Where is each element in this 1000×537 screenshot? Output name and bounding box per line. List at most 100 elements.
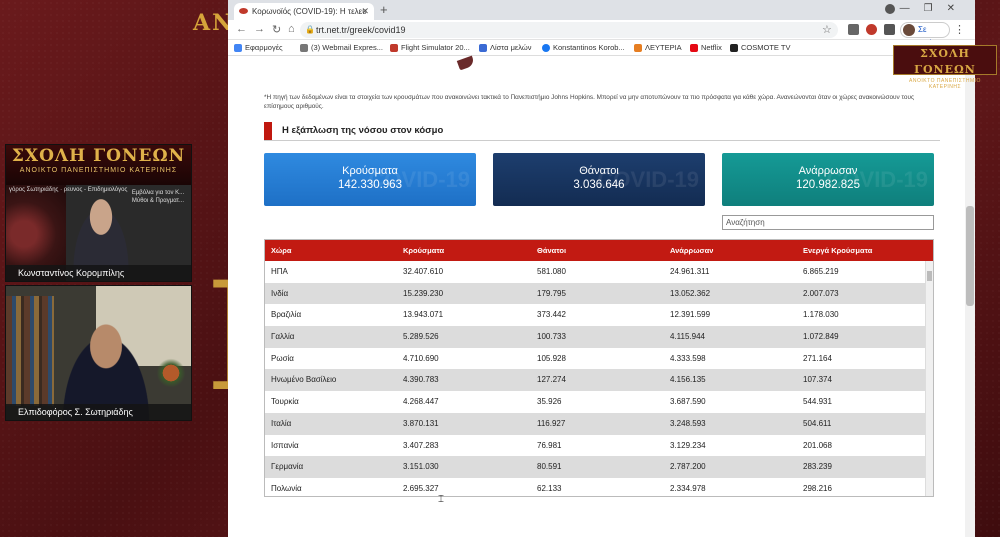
cell-cases: 15.239.230 — [403, 288, 444, 298]
cell-recovered: 3.687.590 — [670, 397, 706, 407]
card-value: 3.036.646 — [573, 179, 625, 191]
header-country[interactable]: Χώρα — [271, 240, 292, 261]
cell-recovered: 3.129.234 — [670, 440, 706, 450]
lock-icon: 🔒 — [305, 25, 315, 34]
bookmark-members[interactable]: Λίστα μελών — [479, 43, 532, 52]
flower-decoration — [157, 358, 185, 388]
media-icon[interactable] — [885, 4, 895, 14]
cell-country: Ρωσία — [271, 353, 294, 363]
browser-tab[interactable]: Κορωνοϊός (COVID-19): Η τελευ ✕ — [234, 3, 374, 20]
header-active[interactable]: Ενεργά Κρούσματα — [803, 240, 872, 261]
extension-icon[interactable] — [848, 24, 859, 35]
table-scrollbar[interactable] — [925, 261, 933, 496]
bookshelf — [6, 296, 54, 406]
back-icon[interactable]: ← — [236, 23, 247, 35]
table-row[interactable]: Βραζιλία 13.943.071 373.442 12.391.599 1.178… — [265, 304, 933, 326]
cell-active: 544.931 — [803, 397, 832, 407]
section-title-text: Η εξάπλωση της νόσου στον κόσμο — [282, 125, 444, 136]
bookmark-webmail[interactable]: (3) Webmail Expres... — [300, 43, 383, 52]
bookmark-facebook[interactable]: Konstantinos Korob... — [542, 43, 625, 52]
table-row[interactable]: ΗΠΑ 32.407.610 581.080 24.961.311 6.865.219 — [265, 261, 933, 283]
cell-cases: 3.870.131 — [403, 418, 439, 428]
cell-cases: 13.943.071 — [403, 310, 444, 320]
reload-icon[interactable]: ↻ — [272, 23, 281, 36]
speaker-nameplate: Κωνσταντίνος Κορομπίλης — [6, 265, 191, 281]
bookmarks-bar: Εφαρμογές (3) Webmail Expres... Flight S… — [228, 40, 975, 56]
bookmark-apps[interactable]: Εφαρμογές — [234, 43, 283, 52]
bookmark-label: Εφαρμογές — [245, 43, 283, 52]
logo-fragment — [456, 55, 476, 71]
stat-card-cases: COVID-19 Κρούσματα 142.330.963 — [264, 153, 476, 206]
scrollbar-thumb[interactable] — [927, 271, 932, 281]
cell-active: 201.068 — [803, 440, 832, 450]
bookmark-label: Flight Simulator 20... — [401, 43, 470, 52]
video-panel-speaker-2: Ελπιδοφόρος Σ. Σωτηριάδης — [5, 285, 192, 421]
adblock-icon[interactable] — [866, 24, 877, 35]
cell-country: Ινδία — [271, 288, 289, 298]
bookmark-cosmote[interactable]: COSMOTE TV — [730, 43, 790, 52]
cell-country: Ιταλία — [271, 418, 292, 428]
bookmark-flight-sim[interactable]: Flight Simulator 20... — [390, 43, 470, 52]
forward-icon[interactable]: → — [254, 23, 265, 35]
list-icon — [479, 44, 487, 52]
cell-recovered: 24.961.311 — [670, 267, 710, 276]
card-value: 142.330.963 — [338, 179, 402, 191]
cell-active: 271.164 — [803, 353, 832, 363]
stream-background: ΑΝ Ι ΣΧΟΛΗ ΓΟΝΕΩΝ ΑΝΟΙΚΤΟ ΠΑΝΕΠΙΣΤΗΜΙΟ Κ… — [0, 0, 1000, 537]
cell-country: Ισπανία — [271, 440, 299, 450]
table-row[interactable]: Γερμανία 3.151.030 80.591 2.787.200 283.239 — [265, 456, 933, 478]
table-row[interactable]: Πολωνία 2.695.327 62.133 2.334.978 298.216 — [265, 478, 933, 496]
banner-subtitle: ΑΝΟΙΚΤΟ ΠΑΝΕΠΙΣΤΗΜΙΟ ΚΑΤΕΡΙΝΗΣ — [19, 167, 178, 174]
cell-deaths: 62.133 — [537, 483, 562, 493]
speaker-figure — [66, 193, 136, 273]
header-deaths[interactable]: Θάνατοι — [537, 240, 566, 261]
cell-country: Πολωνία — [271, 483, 302, 493]
cell-country: Γερμανία — [271, 462, 304, 472]
tab-strip: Κορωνοϊός (COVID-19): Η τελευ ✕ + —❐✕ — [228, 0, 975, 20]
home-icon[interactable]: ⌂ — [288, 23, 295, 35]
search-input[interactable]: Αναζήτηση — [722, 215, 934, 230]
cell-deaths: 116.927 — [537, 418, 566, 428]
header-recovered[interactable]: Ανάρρωσαν — [670, 240, 713, 261]
menu-icon[interactable]: ⋮ — [954, 23, 965, 36]
countries-table: Χώρα Κρούσματα Θάνατοι Ανάρρωσαν Ενεργά … — [264, 239, 934, 497]
cell-recovered: 12.391.599 — [670, 310, 711, 320]
cell-country: Ηνωμένο Βασίλειο — [271, 375, 337, 385]
table-row[interactable]: Ινδία 15.239.230 179.795 13.052.362 2.007.07… — [265, 282, 933, 305]
bookmark-netflix[interactable]: Netflix — [690, 43, 722, 52]
page-scrollbar[interactable] — [965, 56, 975, 537]
banner-title: ΣΧΟΛΗ ΓΟΝΕΩΝ — [11, 146, 186, 166]
bookmark-lefteria[interactable]: ΛΕΥΤΕΡΙΑ — [634, 43, 682, 52]
cell-active: 1.178.030 — [803, 310, 839, 320]
profile-button[interactable]: Σε παύση — [900, 22, 950, 48]
cell-country: ΗΠΑ — [271, 267, 288, 276]
bookmark-label: ΛΕΥΤΕΡΙΑ — [645, 43, 682, 52]
scrollbar-thumb[interactable] — [966, 206, 974, 306]
table-row[interactable]: Ηνωμένο Βασίλειο 4.390.783 127.274 4.156.13… — [265, 369, 933, 392]
section-title: Η εξάπλωση της νόσου στον κόσμο — [264, 121, 940, 141]
table-body: ΗΠΑ 32.407.610 581.080 24.961.311 6.865.219 Ι… — [265, 261, 933, 496]
close-tab-icon[interactable]: ✕ — [361, 6, 369, 17]
table-row[interactable]: Γαλλία 5.289.526 100.733 4.115.944 1.072.849 — [265, 326, 933, 348]
speaker-nameplate: Ελπιδοφόρος Σ. Σωτηριάδης — [6, 404, 191, 420]
window-controls[interactable]: —❐✕ — [900, 3, 969, 14]
cell-country: Βραζιλία — [271, 310, 302, 320]
video-overlay-side-text: Εμβόλια για τον Κ... Μύθοι & Πραγματ... — [131, 190, 185, 204]
cell-recovered: 4.333.598 — [670, 353, 706, 363]
star-icon[interactable]: ☆ — [822, 23, 832, 36]
table-row[interactable]: Τουρκία 4.268.447 35.926 3.687.590 544.931 — [265, 391, 933, 413]
cell-deaths: 35.926 — [537, 397, 562, 407]
address-bar[interactable]: 🔒 trt.net.tr/greek/covid19 — [300, 22, 838, 38]
cell-deaths: 179.795 — [537, 288, 566, 298]
cell-active: 2.007.073 — [803, 288, 839, 298]
netflix-icon — [690, 44, 698, 52]
table-row[interactable]: Ιταλία 3.870.131 116.927 3.248.593 504.611 — [265, 412, 933, 435]
table-row[interactable]: Ρωσία 4.710.690 105.928 4.333.598 271.164 — [265, 348, 933, 370]
header-cases[interactable]: Κρούσματα — [403, 240, 444, 261]
new-tab-icon[interactable]: + — [380, 2, 388, 17]
table-row[interactable]: Ισπανία 3.407.283 76.981 3.129.234 201.068 — [265, 435, 933, 457]
logo-title: ΣΧΟΛΗ ΓΟΝΕΩΝ — [914, 47, 976, 76]
puzzle-icon[interactable] — [884, 24, 895, 35]
stat-card-recovered: COVID-19 Ανάρρωσαν 120.982.825 — [722, 153, 934, 206]
cell-cases: 5.289.526 — [403, 332, 439, 342]
